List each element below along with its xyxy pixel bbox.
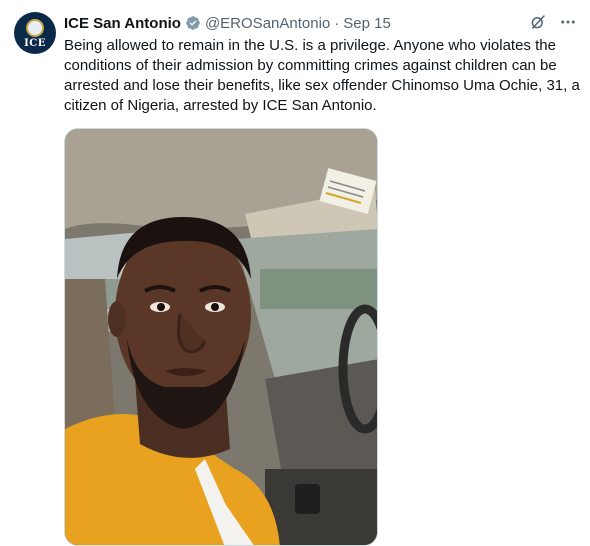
avatar-logo-text: ICE <box>24 38 46 49</box>
handle[interactable]: @EROSanAntonio <box>205 15 330 32</box>
tweet-header: ICE San Antonio @EROSanAntonio · Sep 15 <box>64 12 391 34</box>
tweet-text: Being allowed to remain in the U.S. is a… <box>64 37 580 114</box>
dhs-seal-icon <box>26 19 44 37</box>
tweet-actions <box>528 12 578 32</box>
avatar[interactable]: ICE <box>14 12 56 54</box>
display-name[interactable]: ICE San Antonio <box>64 15 181 32</box>
grok-icon[interactable] <box>528 12 548 32</box>
tweet-photo[interactable] <box>64 128 378 546</box>
more-icon[interactable] <box>558 12 578 32</box>
timestamp[interactable]: Sep 15 <box>343 15 391 32</box>
tweet: ICE ICE San Antonio @EROSanAntonio · Sep… <box>0 0 590 546</box>
separator: · <box>334 14 340 32</box>
verified-badge-icon[interactable] <box>185 15 201 31</box>
